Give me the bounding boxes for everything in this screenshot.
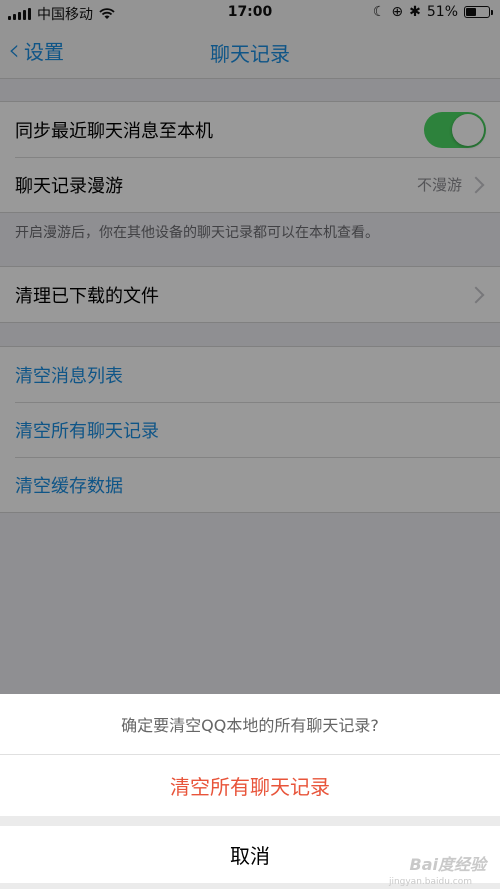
- watermark-url: jingyan.baidu.com: [388, 877, 472, 887]
- action-sheet-message: 确定要清空QQ本地的所有聊天记录?: [0, 694, 500, 755]
- baidu-watermark: Bai度经验: [409, 855, 486, 874]
- settings-screen: 中国移动 17:00 ☾ ⊕ ✱ 51% ‹ 设置 聊天记录 同步最近聊天消息至…: [0, 0, 500, 889]
- confirm-clear-button[interactable]: 清空所有聊天记录: [0, 755, 500, 816]
